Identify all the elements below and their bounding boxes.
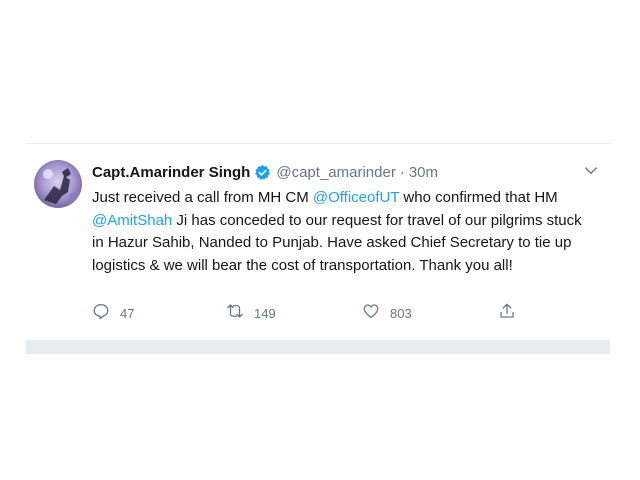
tweet-text-part: Just received a call from MH CM [92, 189, 313, 206]
avatar[interactable] [34, 160, 82, 208]
tweet-actions: 47 149 803 [92, 302, 552, 324]
like-count: 803 [390, 305, 412, 321]
heart-icon [362, 302, 380, 325]
tweet-card[interactable]: Capt.Amarinder Singh @capt_amarinder · 3… [26, 143, 610, 341]
mention-link[interactable]: @AmitShah [92, 212, 172, 229]
share-button[interactable] [498, 302, 516, 324]
tweet-timestamp[interactable]: 30m [409, 164, 438, 181]
reply-button[interactable]: 47 [92, 302, 134, 324]
reply-icon [92, 302, 110, 325]
retweet-icon [226, 302, 244, 325]
header-separator: · [399, 163, 405, 181]
tweet-text-part: who confirmed that HM [399, 189, 558, 206]
feed-divider [26, 340, 610, 354]
like-button[interactable]: 803 [362, 302, 412, 324]
share-icon [498, 302, 516, 325]
verified-badge-icon [254, 164, 271, 181]
reply-count: 47 [120, 305, 135, 321]
retweet-count: 149 [254, 305, 276, 321]
retweet-button[interactable]: 149 [226, 302, 276, 324]
tweet-header: Capt.Amarinder Singh @capt_amarinder · 3… [92, 162, 592, 182]
author-handle[interactable]: @capt_amarinder [276, 164, 395, 181]
tweet-text: Just received a call from MH CM @Officeo… [92, 187, 592, 277]
avatar-image [34, 160, 82, 208]
chevron-down-icon[interactable] [582, 162, 600, 180]
mention-link[interactable]: @OfficeofUT [313, 189, 399, 206]
author-name[interactable]: Capt.Amarinder Singh [92, 164, 250, 181]
